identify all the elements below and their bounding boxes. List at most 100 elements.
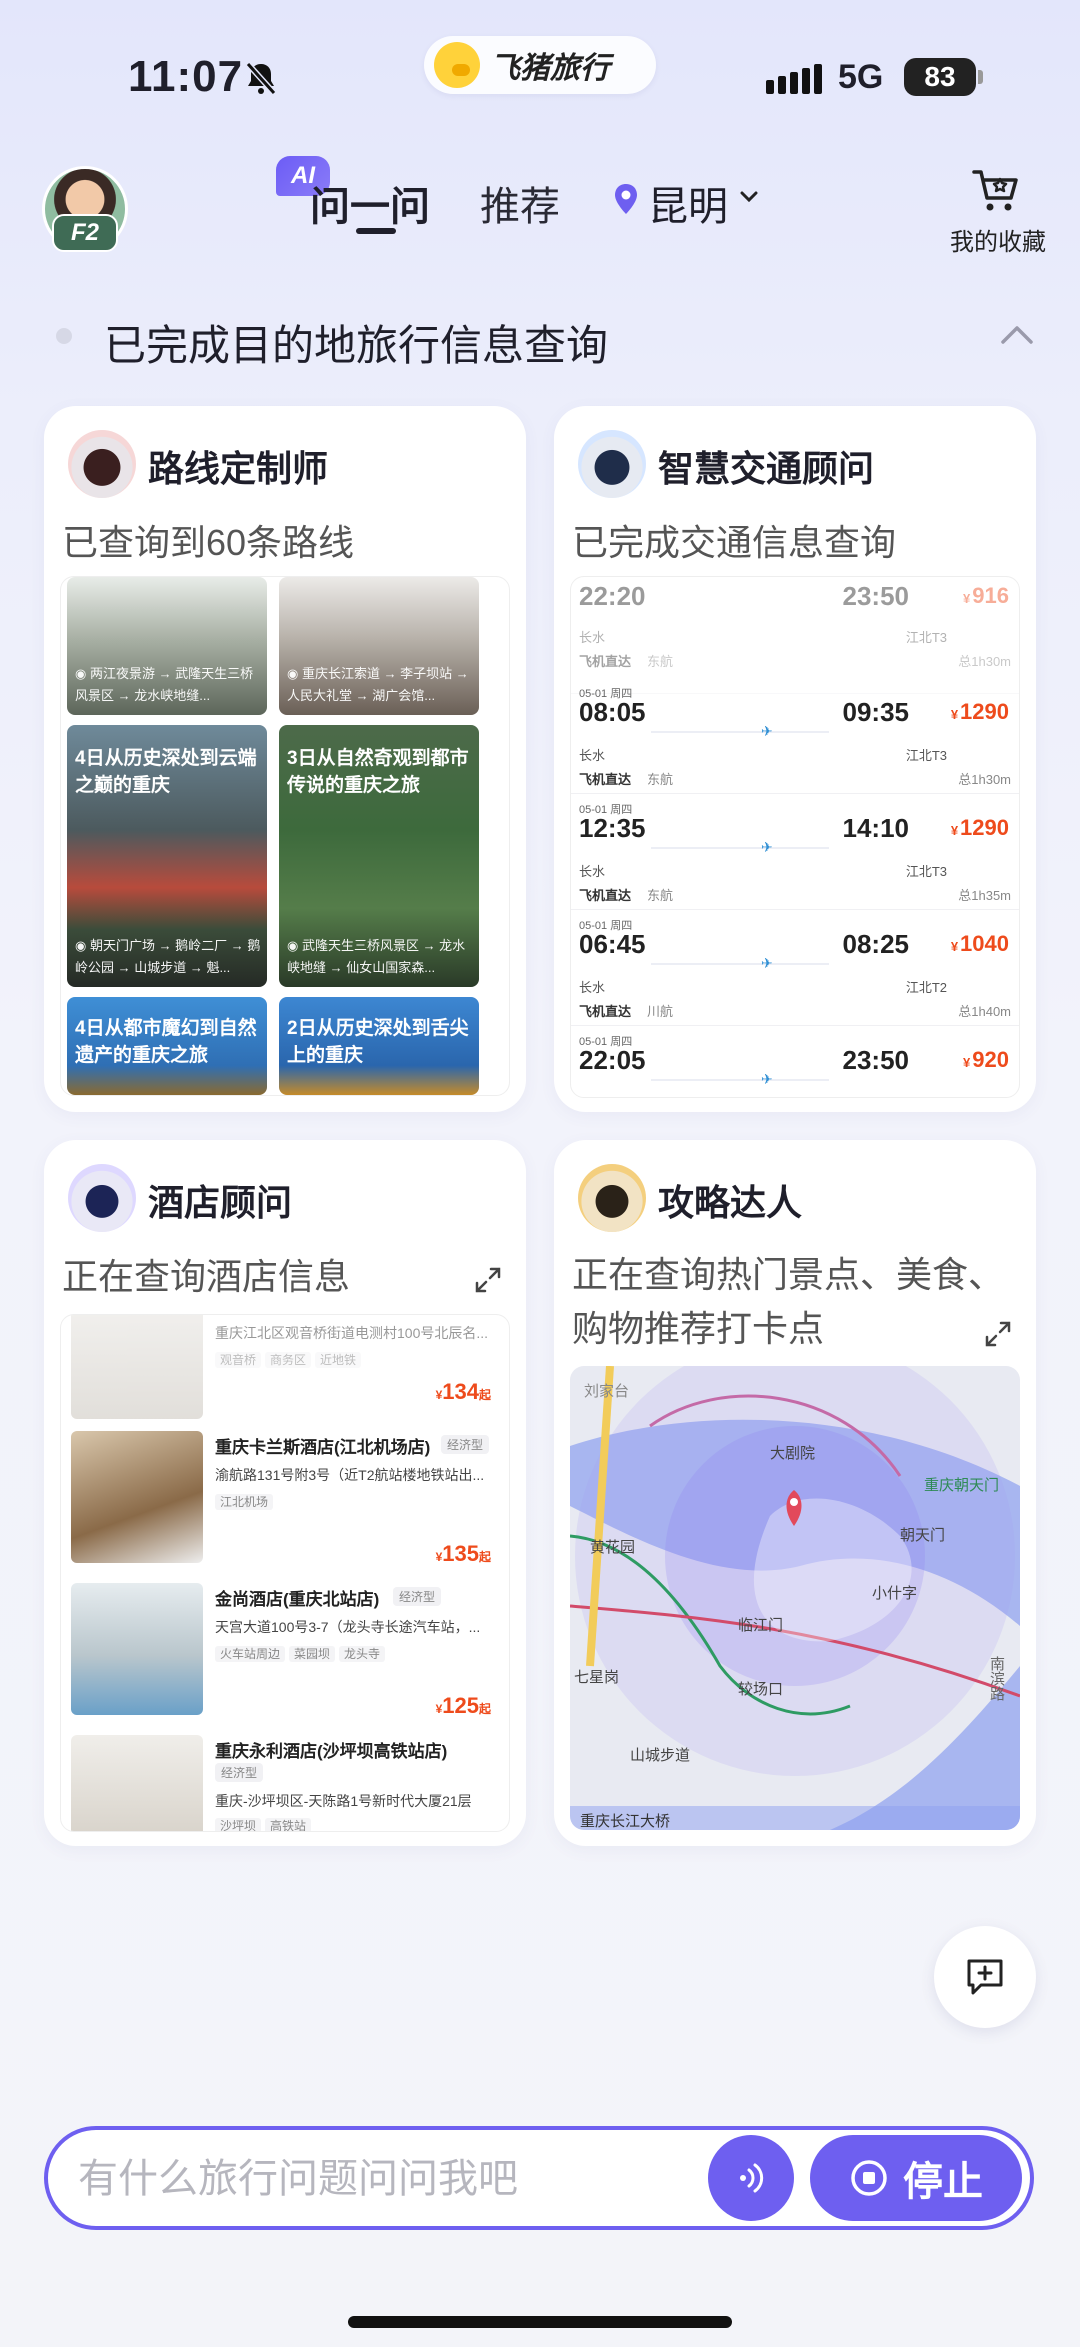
hotel-address: 渝航路131号附3号（近T2航站楼地铁站出... bbox=[215, 1467, 485, 1483]
flight-type: 飞机直达 bbox=[579, 654, 632, 669]
map-label: 临江门 bbox=[738, 1617, 784, 1634]
hotel-item[interactable]: 重庆江北区观音桥街道电测村100号北辰名... 观音桥 商务区 近地铁 bbox=[67, 1315, 503, 1431]
flight-row[interactable]: 05-01 周四 08:05 ✈ 09:35 ¥1290 长水 江北T3 飞机直… bbox=[571, 677, 1019, 794]
route-tile[interactable]: ◉ 两江夜景游 → 武隆天生三桥风景区 → 龙水峡地缝... bbox=[67, 577, 267, 715]
hotel-advisor-card[interactable]: 酒店顾问 正在查询酒店信息 重庆江北区观音桥街道电测村100号北辰名... 观音… bbox=[44, 1140, 526, 1846]
hotel-address: 天宫大道100号3-7（龙头寺长途汽车站，... bbox=[215, 1619, 481, 1635]
card-subtitle: 已查询到60条路线 bbox=[62, 522, 355, 563]
map-label: 小什字 bbox=[872, 1585, 918, 1602]
tile-title: 4日从都市魔幻到自然遗产的重庆之旅 bbox=[75, 1018, 257, 1066]
brand-pill[interactable]: 飞猪旅行 bbox=[424, 36, 656, 94]
hotel-item[interactable]: 重庆卡兰斯酒店(江北机场店) 经济型 渝航路131号附3号（近T2航站楼地铁站出… bbox=[67, 1425, 503, 1575]
flight-airline: 东航 bbox=[647, 654, 674, 669]
flight-price: ¥1290 bbox=[950, 699, 1009, 724]
price-value: 134 bbox=[442, 1379, 479, 1404]
expand-icon[interactable] bbox=[474, 1266, 502, 1294]
chevron-up-icon[interactable] bbox=[1000, 324, 1034, 346]
flight-row[interactable]: 05-01 周四 12:35 ✈ 14:10 ¥1290 长水 江北T3 飞机直… bbox=[571, 793, 1019, 910]
plane-icon: ✈ bbox=[761, 955, 773, 971]
transport-robot-icon bbox=[578, 430, 646, 498]
hotel-type: 经济型 bbox=[215, 1763, 264, 1782]
hotel-item[interactable]: 金尚酒店(重庆北站店) 经济型 天宫大道100号3-7（龙头寺长途汽车站，...… bbox=[67, 1577, 503, 1727]
route-tile[interactable]: ◉ 重庆长江索道 → 李子坝站 → 人民大礼堂 → 湖广会馆... bbox=[279, 577, 479, 715]
hotel-tag: 江北机场 bbox=[215, 1494, 274, 1510]
map-view[interactable]: 刘家台 大剧院 重庆朝天门 黄花园 朝天门 小什字 临江门 七星岗 较场口 山城… bbox=[570, 1366, 1020, 1830]
hotel-address: 重庆江北区观音桥街道电测村100号北辰名... bbox=[215, 1325, 489, 1341]
price-value: 125 bbox=[442, 1693, 479, 1718]
map-label: 刘家台 bbox=[584, 1383, 630, 1400]
hotel-price: ¥135起 bbox=[436, 1541, 491, 1567]
price-value: 1290 bbox=[960, 815, 1009, 840]
hotel-type: 经济型 bbox=[393, 1587, 442, 1606]
favorites-label[interactable]: 我的收藏 bbox=[950, 222, 1046, 257]
tile-title: 4日从历史深处到云端之巅的重庆 bbox=[75, 748, 257, 796]
stop-label: 停止 bbox=[903, 2160, 983, 2204]
guide-robot-icon bbox=[578, 1164, 646, 1232]
route-tile[interactable]: 4日从都市魔幻到自然遗产的重庆之旅 bbox=[67, 997, 267, 1095]
route-planner-card[interactable]: 路线定制师 已查询到60条路线 ◉ 两江夜景游 → 武隆天生三桥风景区 → 龙水… bbox=[44, 406, 526, 1112]
network-type: 5G bbox=[838, 58, 884, 96]
battery-tip bbox=[978, 70, 983, 84]
route-tile[interactable]: 2日从历史深处到舌尖上的重庆 bbox=[279, 997, 479, 1095]
chat-input[interactable] bbox=[76, 2150, 680, 2208]
flight-dep-time: 12:35 bbox=[579, 813, 646, 843]
route-tile[interactable]: 3日从自然奇观到都市传说的重庆之旅 ◉ 武隆天生三桥风景区 → 龙水峡地缝 → … bbox=[279, 725, 479, 987]
price-suffix: 起 bbox=[478, 1550, 491, 1564]
hotel-item[interactable]: 重庆永利酒店(沙坪坝高铁站店) 经济型 重庆-沙坪坝区-天陈路1号新时代大厦21… bbox=[67, 1729, 503, 1831]
hotel-tag: 近地铁 bbox=[315, 1352, 362, 1368]
hotel-price: ¥125起 bbox=[436, 1693, 491, 1719]
hotel-tags: 火车站周边 菜园坝 龙头寺 bbox=[215, 1645, 389, 1662]
flight-line bbox=[651, 731, 829, 733]
flight-duration: 总1h30m bbox=[958, 772, 1011, 787]
route-tile[interactable]: 4日从历史深处到云端之巅的重庆 ◉ 朝天门广场 → 鹅岭二厂 → 鹅岭公园 → … bbox=[67, 725, 267, 987]
battery-icon: 83 bbox=[904, 58, 976, 96]
tab-ask[interactable]: 问一问 bbox=[310, 174, 430, 232]
flight-row[interactable]: 05-01 周四 22:05 ✈ 23:50 ¥920 bbox=[571, 1025, 1019, 1097]
hotel-name: 金尚酒店(重庆北站店) bbox=[215, 1590, 380, 1609]
favorites-cart-icon[interactable] bbox=[970, 164, 1022, 216]
flight-line bbox=[651, 847, 829, 849]
stop-button[interactable]: 停止 bbox=[810, 2135, 1022, 2221]
flight-from: 长水 bbox=[579, 748, 606, 763]
flight-from: 长水 bbox=[579, 864, 606, 879]
price-value: 135 bbox=[442, 1541, 479, 1566]
tile-title: 3日从自然奇观到都市传说的重庆之旅 bbox=[287, 748, 469, 796]
tile-route: ◉ 武隆天生三桥风景区 → 龙水峡地缝 → 仙女山国家森... bbox=[287, 938, 466, 975]
status-text: 已完成目的地旅行信息查询 bbox=[104, 322, 609, 369]
hotel-name: 重庆永利酒店(沙坪坝高铁站店) bbox=[215, 1742, 448, 1761]
card-title: 智慧交通顾问 bbox=[658, 448, 875, 489]
tile-route: ◉ 朝天门广场 → 鹅岭二厂 → 鹅岭公园 → 山城步道 → 魁... bbox=[75, 938, 261, 975]
flight-dep-time: 22:05 bbox=[579, 1045, 646, 1075]
flight-type: 飞机直达 bbox=[579, 888, 632, 903]
hotel-robot-icon bbox=[68, 1164, 136, 1232]
price-value: 1290 bbox=[960, 699, 1009, 724]
hotel-tags: 沙坪坝 高铁站 bbox=[215, 1817, 315, 1831]
flight-type: 飞机直达 bbox=[579, 772, 632, 787]
hotel-tag: 观音桥 bbox=[215, 1352, 262, 1368]
guide-expert-card[interactable]: 攻略达人 正在查询热门景点、美食、购物推荐打卡点 刘家台 大剧院 重庆朝天门 黄… bbox=[554, 1140, 1036, 1846]
map-label: 山城步道 bbox=[630, 1747, 691, 1764]
voice-button[interactable] bbox=[708, 2135, 794, 2221]
pig-logo-icon bbox=[434, 42, 480, 88]
avatar-badge: F2 bbox=[52, 214, 118, 252]
tile-route: ◉ 重庆长江索道 → 李子坝站 → 人民大礼堂 → 湖广会馆... bbox=[287, 666, 469, 703]
flight-arr-time: 08:25 bbox=[842, 929, 910, 959]
flight-to: 江北T3 bbox=[905, 748, 947, 763]
flight-row[interactable]: 05-01 周四 06:45 ✈ 08:25 ¥1040 长水 江北T2 飞机直… bbox=[571, 909, 1019, 1026]
hotel-tag: 沙坪坝 bbox=[215, 1818, 262, 1831]
stop-icon bbox=[851, 2160, 887, 2196]
tab-recommend[interactable]: 推荐 bbox=[480, 174, 560, 232]
new-chat-button[interactable] bbox=[934, 1926, 1036, 2028]
flight-dep-time: 08:05 bbox=[579, 697, 646, 727]
transport-advisor-card[interactable]: 智慧交通顾问 已完成交通信息查询 22:20 23:50 ¥916 长水 江北T… bbox=[554, 406, 1036, 1112]
flight-price: ¥916 bbox=[963, 583, 1009, 608]
hotel-address: 重庆-沙坪坝区-天陈路1号新时代大厦21层 bbox=[215, 1793, 472, 1809]
tile-route: ◉ 两江夜景游 → 武隆天生三桥风景区 → 龙水峡地缝... bbox=[75, 666, 254, 703]
flight-to: 江北T3 bbox=[905, 864, 947, 879]
hotel-name: 重庆卡兰斯酒店(江北机场店) bbox=[215, 1438, 431, 1457]
city-selector[interactable]: 昆明 bbox=[648, 174, 728, 232]
map-label: 大剧院 bbox=[770, 1445, 816, 1462]
hotel-tags: 观音桥 商务区 近地铁 bbox=[215, 1351, 365, 1368]
expand-icon[interactable] bbox=[984, 1320, 1012, 1348]
flight-dep-time: 06:45 bbox=[579, 929, 646, 959]
